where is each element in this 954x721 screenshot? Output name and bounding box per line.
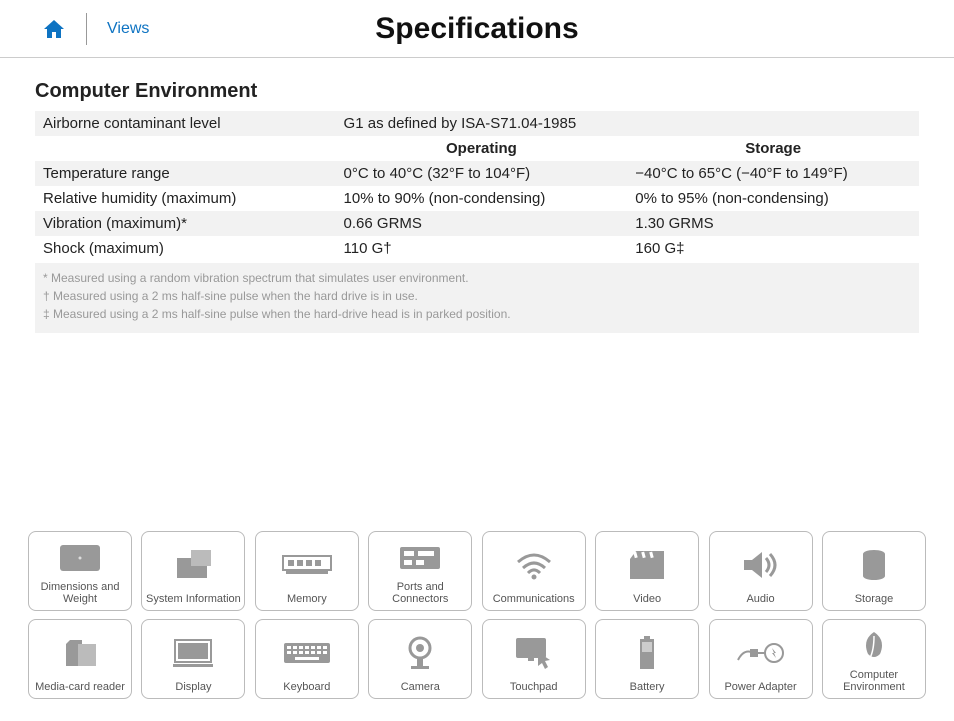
note-line: † Measured using a 2 ms half-sine pulse … — [43, 287, 911, 305]
nav-media-card[interactable]: Media-card reader — [28, 619, 132, 699]
row-value: 0% to 95% (non-condensing) — [627, 186, 919, 211]
nav-label: Keyboard — [283, 681, 330, 694]
nav-system-info[interactable]: System Information — [141, 531, 245, 611]
row-value: 160 G‡ — [627, 236, 919, 261]
ports-icon — [398, 536, 442, 581]
home-icon[interactable] — [42, 18, 66, 40]
nav-label: Communications — [493, 593, 575, 606]
content: Computer Environment Airborne contaminan… — [0, 58, 954, 333]
nav-communications[interactable]: Communications — [482, 531, 586, 611]
nav-label: Storage — [855, 593, 894, 606]
wifi-icon — [514, 536, 554, 593]
nav-dimensions[interactable]: Dimensions and Weight — [28, 531, 132, 611]
spec-table: Airborne contaminant level G1 as defined… — [35, 111, 919, 261]
divider — [86, 13, 87, 45]
nav-row: Dimensions and Weight System Information… — [28, 531, 926, 611]
section-title: Computer Environment — [35, 80, 919, 103]
nav-battery[interactable]: Battery — [595, 619, 699, 699]
nav-label: Memory — [287, 593, 327, 606]
row-value: 110 G† — [336, 236, 628, 261]
nav-label: Video — [633, 593, 661, 606]
nav-storage[interactable]: Storage — [822, 531, 926, 611]
nav-label: Power Adapter — [724, 681, 796, 694]
nav-row: Media-card reader Display Keyboard Camer… — [28, 619, 926, 699]
dimensions-icon — [58, 536, 102, 581]
row-value: −40°C to 65°C (−40°F to 149°F) — [627, 161, 919, 186]
row-value: 0.66 GRMS — [336, 211, 628, 236]
nav-label: Battery — [630, 681, 665, 694]
row-value: G1 as defined by ISA-S71.04-1985 — [336, 111, 919, 136]
battery-icon — [638, 624, 656, 681]
row-value: 1.30 GRMS — [627, 211, 919, 236]
display-icon — [171, 624, 215, 681]
row-label: Temperature range — [35, 161, 336, 186]
nav-label: Media-card reader — [35, 681, 125, 694]
nav-label: System Information — [146, 593, 241, 606]
nav-keyboard[interactable]: Keyboard — [255, 619, 359, 699]
leaf-icon — [860, 624, 888, 669]
notes: * Measured using a random vibration spec… — [35, 263, 919, 333]
power-adapter-icon — [736, 624, 786, 681]
video-icon — [628, 536, 666, 593]
nav-label: Audio — [746, 593, 774, 606]
nav-computer-environment[interactable]: Computer Environment — [822, 619, 926, 699]
nav-ports[interactable]: Ports and Connectors — [368, 531, 472, 611]
touchpad-icon — [514, 624, 554, 681]
row-label: Relative humidity (maximum) — [35, 186, 336, 211]
nav-label: Computer Environment — [825, 669, 923, 694]
nav-camera[interactable]: Camera — [368, 619, 472, 699]
camera-icon — [405, 624, 435, 681]
nav-label: Ports and Connectors — [371, 581, 469, 606]
note-line: ‡ Measured using a 2 ms half-sine pulse … — [43, 305, 911, 323]
nav-label: Display — [175, 681, 211, 694]
nav-power-adapter[interactable]: Power Adapter — [709, 619, 813, 699]
nav-video[interactable]: Video — [595, 531, 699, 611]
storage-icon — [861, 536, 887, 593]
nav-memory[interactable]: Memory — [255, 531, 359, 611]
views-link[interactable]: Views — [107, 20, 149, 38]
row-label: Vibration (maximum)* — [35, 211, 336, 236]
nav-audio[interactable]: Audio — [709, 531, 813, 611]
nav-label: Camera — [401, 681, 440, 694]
top-bar: Views Specifications — [0, 0, 954, 58]
row-label: Airborne contaminant level — [35, 111, 336, 136]
page-title: Specifications — [375, 12, 578, 46]
nav-label: Touchpad — [510, 681, 558, 694]
col-operating: Operating — [336, 136, 628, 161]
nav-touchpad[interactable]: Touchpad — [482, 619, 586, 699]
row-value: 10% to 90% (non-condensing) — [336, 186, 628, 211]
nav-display[interactable]: Display — [141, 619, 245, 699]
row-value: 0°C to 40°C (32°F to 104°F) — [336, 161, 628, 186]
audio-icon — [742, 536, 780, 593]
col-storage: Storage — [627, 136, 919, 161]
memory-icon — [282, 536, 332, 593]
keyboard-icon — [283, 624, 331, 681]
note-line: * Measured using a random vibration spec… — [43, 269, 911, 287]
row-label: Shock (maximum) — [35, 236, 336, 261]
nav-label: Dimensions and Weight — [31, 581, 129, 606]
bottom-nav: Dimensions and Weight System Information… — [0, 531, 954, 707]
system-info-icon — [171, 536, 215, 593]
media-card-icon — [62, 624, 98, 681]
